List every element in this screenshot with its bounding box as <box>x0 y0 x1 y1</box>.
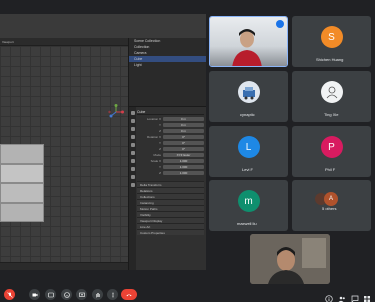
avatar-image-icon <box>237 81 260 103</box>
participant-tile[interactable]: cynaptic <box>209 71 288 122</box>
participant-name: Shichen Huang <box>316 57 344 62</box>
property-field: Rotation X 0° <box>137 134 204 139</box>
participant-name: cynaptic <box>240 112 255 117</box>
viewport-header: Viewport <box>0 38 128 46</box>
hand-icon <box>95 292 100 297</box>
raise-hand-button[interactable] <box>92 289 103 300</box>
participant-tile[interactable]: P Phil F <box>292 126 371 177</box>
3d-viewport <box>0 46 128 262</box>
avatar: A <box>324 192 338 206</box>
avatar: S <box>320 26 343 48</box>
property-field: Z0 m <box>137 128 204 133</box>
cube-object <box>0 144 44 222</box>
shared-screen: Viewport Scene Collection Collection Cam… <box>0 14 206 270</box>
emoji-icon <box>63 291 70 298</box>
navigation-gizmo-icon <box>108 104 124 120</box>
participant-name: maxwell liu <box>237 221 257 226</box>
participant-name: Ting Xie <box>324 112 339 117</box>
outliner: Scene Collection Collection Camera Cube … <box>128 38 206 106</box>
people-icon <box>338 296 345 302</box>
property-field: Location X0 m <box>137 116 204 121</box>
captions-button[interactable] <box>45 289 56 300</box>
participant-tile[interactable]: m maxwell liu <box>209 180 288 231</box>
audio-indicator-icon <box>276 20 284 28</box>
present-button[interactable] <box>76 289 87 300</box>
people-button[interactable] <box>338 290 346 302</box>
property-field: Y 0° <box>137 140 204 145</box>
participant-tile[interactable]: L Levi F <box>209 126 288 177</box>
mic-off-button[interactable] <box>4 289 15 300</box>
avatar-image-icon <box>320 81 343 103</box>
captions-icon <box>47 292 54 297</box>
leave-call-button[interactable] <box>121 289 137 300</box>
chat-icon <box>351 295 359 302</box>
property-field: Y 1.000 <box>137 164 204 169</box>
outliner-row: Light <box>134 63 142 67</box>
chat-button[interactable] <box>351 290 359 302</box>
self-view-tile[interactable] <box>250 234 330 284</box>
more-options-button[interactable] <box>107 289 118 300</box>
activities-button[interactable] <box>363 290 371 302</box>
camera-button[interactable] <box>29 289 40 300</box>
property-field: Mode XYZ Euler <box>137 152 204 157</box>
more-icon <box>111 292 114 297</box>
control-bar <box>0 284 375 302</box>
self-video-icon <box>250 234 330 284</box>
end-call-icon <box>126 294 132 296</box>
participant-tile[interactable]: S Shichen Huang <box>292 16 371 67</box>
timeline <box>0 262 128 270</box>
others-count: 5 others <box>322 206 337 211</box>
activities-icon <box>364 296 370 302</box>
property-field: Z 1.000 <box>137 170 204 175</box>
person-video-icon <box>232 29 262 66</box>
properties-editor: Cube Location X0 m Y0 m Z0 m Rotation X0… <box>128 106 206 270</box>
participant-tile[interactable]: Ting Xie <box>292 71 371 122</box>
present-icon <box>78 292 85 297</box>
participant-name: Phil F <box>325 167 336 172</box>
property-field: Scale X 1.000 <box>137 158 204 163</box>
avatar: P <box>320 136 343 158</box>
participant-name: Levi F <box>242 167 253 172</box>
property-field: Y0 m <box>137 122 204 127</box>
properties-tabs <box>129 107 136 270</box>
mic-off-icon <box>6 291 13 298</box>
avatar: m <box>237 190 260 212</box>
property-panel: Custom Properties <box>137 229 204 235</box>
reactions-button[interactable] <box>61 289 72 300</box>
viewport-header-label: Viewport <box>2 40 14 44</box>
info-button[interactable] <box>325 290 333 302</box>
others-tile[interactable]: A 5 others <box>292 180 371 231</box>
info-icon <box>325 295 333 302</box>
property-field: Z 0° <box>137 146 204 151</box>
active-speaker-tile[interactable] <box>209 16 288 67</box>
properties-title: Cube <box>137 109 204 115</box>
avatar: L <box>237 136 260 158</box>
camera-icon <box>32 293 37 296</box>
